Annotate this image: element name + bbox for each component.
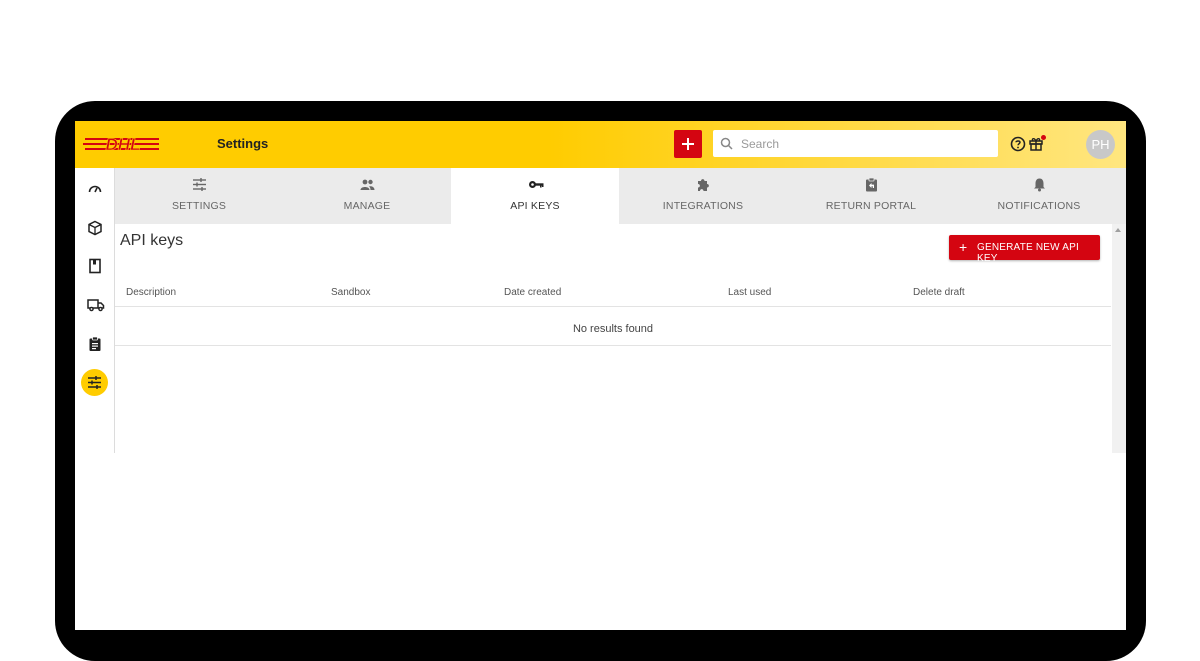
generate-api-key-label: GENERATE NEW API KEY — [977, 242, 1079, 264]
section-title: API keys — [120, 232, 184, 249]
dashboard-icon — [88, 185, 102, 193]
tab-integrations[interactable]: INTEGRATIONS — [619, 168, 787, 224]
tab-label: NOTIFICATIONS — [997, 200, 1081, 212]
tab-settings[interactable]: SETTINGS — [115, 168, 283, 224]
header-divider — [115, 306, 1111, 307]
api-keys-panel: API keys + GENERATE NEW API KEY Descript… — [115, 224, 1111, 453]
vertical-scrollbar[interactable] — [1112, 224, 1126, 453]
package-icon — [88, 220, 102, 236]
search-field[interactable]: Search — [713, 130, 998, 157]
tab-api-keys[interactable]: API KEYS — [451, 168, 619, 224]
tab-label: SETTINGS — [171, 200, 227, 212]
top-bar: DHL Settings Search PH — [75, 121, 1126, 168]
row-divider — [115, 345, 1111, 346]
column-header-date-created[interactable]: Date created — [504, 287, 561, 298]
dhl-logo[interactable]: DHL — [83, 134, 163, 159]
avatar[interactable]: PH — [1086, 130, 1115, 159]
sidebar-item-pickups[interactable] — [75, 293, 114, 317]
sidebar-item-shipments[interactable] — [75, 216, 114, 240]
column-header-sandbox[interactable]: Sandbox — [331, 287, 370, 298]
page-title: Settings — [217, 136, 269, 151]
tab-label: INTEGRATIONS — [662, 200, 744, 212]
book-icon — [89, 258, 101, 274]
search-input[interactable]: Search — [741, 137, 779, 151]
tab-label: RETURN PORTAL — [825, 200, 917, 212]
people-icon — [360, 179, 375, 190]
plus-icon: + — [959, 239, 968, 255]
column-header-last-used[interactable]: Last used — [728, 287, 771, 298]
sidebar-item-addressbook[interactable] — [75, 254, 114, 278]
sidebar — [75, 168, 115, 453]
empty-state-message: No results found — [572, 323, 654, 335]
return-icon — [866, 177, 877, 192]
bell-icon — [1034, 178, 1045, 192]
truck-icon — [87, 299, 105, 312]
settings-sliders-icon — [88, 376, 101, 389]
add-button[interactable] — [674, 130, 702, 158]
sidebar-item-dashboard[interactable] — [75, 177, 114, 201]
sliders-icon — [193, 178, 206, 191]
clipboard-icon — [89, 336, 101, 351]
tab-label: API KEYS — [510, 200, 560, 212]
tab-notifications[interactable]: NOTIFICATIONS — [955, 168, 1123, 224]
app-screen: DHL Settings Search PH SETTINGS MANAGE A… — [75, 121, 1126, 630]
column-header-delete-draft[interactable]: Delete draft — [913, 287, 965, 298]
search-icon — [720, 137, 733, 155]
scroll-up-arrow-icon[interactable] — [1115, 228, 1121, 232]
notification-dot — [1041, 135, 1046, 140]
puzzle-icon — [698, 179, 709, 191]
sidebar-item-reports[interactable] — [75, 332, 114, 356]
tab-manage[interactable]: MANAGE — [283, 168, 451, 224]
column-header-description[interactable]: Description — [126, 287, 176, 298]
generate-api-key-button[interactable]: + GENERATE NEW API KEY — [949, 235, 1100, 264]
svg-text:DHL: DHL — [106, 135, 141, 154]
sidebar-item-settings[interactable] — [81, 369, 108, 396]
plus-icon — [682, 138, 694, 150]
settings-tabs: SETTINGS MANAGE API KEYS INTEGRATIONS RE… — [115, 168, 1126, 224]
help-icon[interactable] — [1010, 136, 1026, 157]
key-icon — [529, 181, 544, 188]
tab-label: MANAGE — [343, 200, 391, 212]
tab-return-portal[interactable]: RETURN PORTAL — [787, 168, 955, 224]
